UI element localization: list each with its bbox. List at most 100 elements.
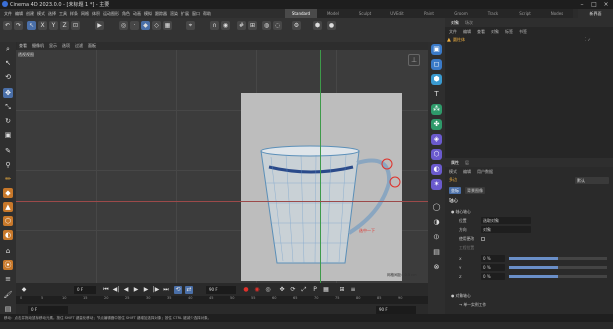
nurbs-icon[interactable]: ⬢ — [431, 74, 442, 85]
polygon-mode-icon[interactable]: ◆ — [141, 21, 150, 30]
record-icon[interactable]: ● — [242, 286, 250, 294]
frame-start-field[interactable]: 0 F — [28, 306, 68, 314]
deformer-icon[interactable]: ◈ — [431, 134, 442, 145]
cube-icon[interactable]: ▣ — [431, 44, 442, 55]
tab-uvedit[interactable]: UVEdit — [381, 9, 413, 18]
frame-end-field[interactable]: 90 F — [206, 286, 236, 294]
visibility-icon[interactable]: ⁚ ✓ — [585, 37, 591, 42]
text-icon[interactable]: T — [431, 89, 442, 100]
redo-icon[interactable]: ↷ — [14, 21, 23, 30]
brush-icon[interactable]: ✎ — [3, 146, 13, 156]
z-slider[interactable] — [509, 275, 607, 278]
live-select-icon[interactable]: ↖ — [27, 21, 36, 30]
tab-script[interactable]: Script — [509, 9, 541, 18]
viewport-menu-panel[interactable]: 面板 — [88, 43, 96, 49]
menu-create[interactable]: 创建 — [26, 11, 34, 17]
attr-menu-edit[interactable]: 编辑 — [463, 169, 471, 175]
key-param-icon[interactable]: P — [311, 286, 319, 294]
viewport-menu-options[interactable]: 选项 — [62, 43, 70, 49]
attr-menu-userdata[interactable]: 用户数据 — [477, 169, 493, 175]
y-slider[interactable] — [509, 266, 607, 269]
scale-tool-icon[interactable]: ⤡ — [3, 102, 13, 112]
direction-select[interactable]: 对象 — [481, 226, 531, 233]
fps-icon[interactable]: ≡ — [349, 286, 357, 294]
edges-mode-icon[interactable]: ◇ — [152, 21, 161, 30]
auto-key-icon[interactable]: ◉ — [253, 286, 261, 294]
go-start-icon[interactable]: ⏮ — [102, 286, 110, 294]
attr-menu-mode[interactable]: 模式 — [449, 169, 457, 175]
x-slider[interactable] — [509, 257, 607, 260]
timeline-settings-icon[interactable]: ⊞ — [338, 286, 346, 294]
tab-sculpt[interactable]: Sculpt — [349, 9, 381, 18]
tag-icon[interactable]: ◑ — [431, 217, 442, 228]
frame-end-range-field[interactable]: 90 F — [376, 306, 416, 314]
field-icon[interactable]: ⊗ — [431, 262, 442, 273]
layer-icon[interactable]: ≡ — [3, 274, 13, 284]
menu-mograph[interactable]: 运动图形 — [103, 11, 119, 17]
transform-icon[interactable]: ▣ — [3, 130, 13, 140]
key-selection-icon[interactable]: ◎ — [264, 286, 272, 294]
viewport[interactable]: 透视视图 选中一下 网格间距：0.5 cm ⊥ — [16, 50, 428, 283]
position-select[interactable]: 选取对象 — [481, 217, 531, 224]
misc-tool-icon[interactable]: ▤ — [3, 304, 13, 314]
array-icon[interactable]: ⁂ — [431, 104, 442, 115]
select-arrow-icon[interactable]: ↖ — [3, 58, 13, 68]
axis-gizmo-icon[interactable]: ⊥ — [408, 54, 420, 66]
render-region-icon[interactable]: ◍ — [262, 21, 271, 30]
new-layout-button[interactable]: 新界面 — [578, 9, 613, 18]
deformer-icon[interactable]: ⦿ — [3, 260, 13, 270]
scene-icon[interactable]: ◯ — [431, 202, 442, 213]
current-frame-field[interactable]: 0 F — [74, 286, 96, 294]
rotate-tool-icon[interactable]: ↻ — [3, 116, 13, 126]
menu-help[interactable]: 帮助 — [203, 11, 211, 17]
light-icon[interactable]: ✶ — [431, 179, 442, 190]
move-tool-icon[interactable]: ✥ — [3, 88, 13, 98]
render-active-icon[interactable]: ◌ — [273, 21, 282, 30]
viewport-menu-camera[interactable]: 摄像机 — [32, 43, 44, 49]
maximize-icon[interactable]: □ — [590, 1, 598, 8]
spline-icon[interactable]: ◻ — [431, 59, 442, 70]
environment-icon[interactable]: ⬡ — [431, 149, 442, 160]
key-rotation-icon[interactable]: ⟳ — [289, 286, 297, 294]
x-field[interactable]: 0 % — [481, 255, 505, 262]
mograph-icon[interactable]: ✤ — [431, 119, 442, 130]
viewport-menu-display[interactable]: 显示 — [49, 43, 57, 49]
menu-volume[interactable]: 体积 — [92, 11, 100, 17]
tab-takes[interactable]: 场次 — [465, 20, 473, 26]
rotate-view-icon[interactable]: ⟲ — [3, 72, 13, 82]
undo-icon[interactable]: ↶ — [3, 21, 12, 30]
menu-file[interactable]: 文件 — [4, 11, 12, 17]
picture-viewer-icon[interactable]: ⬢ — [313, 21, 322, 30]
search-icon[interactable]: ⌕ — [3, 44, 13, 54]
close-icon[interactable]: × — [602, 1, 610, 8]
tab-model[interactable]: Model — [317, 9, 349, 18]
menu-tracker[interactable]: 跟踪器 — [155, 11, 167, 17]
render-view-icon[interactable]: ▶ — [95, 21, 104, 30]
soft-select-icon[interactable]: ◉ — [221, 21, 230, 30]
grid-snap-icon[interactable]: # — [237, 21, 246, 30]
tab-background-image[interactable]: 背景图像 — [465, 187, 485, 194]
timeline-ruler[interactable]: 0 5 10 15 20 25 30 35 40 45 50 55 60 65 … — [16, 296, 428, 304]
tab-objects[interactable]: 对象 — [451, 20, 459, 26]
menu-animate[interactable]: 动画 — [133, 11, 141, 17]
volume-icon[interactable]: ▤ — [431, 247, 442, 258]
y-axis-icon[interactable]: Y — [49, 21, 58, 30]
polygon-pen-icon[interactable]: ✏ — [3, 174, 13, 184]
render-settings-icon[interactable]: ⚙ — [292, 21, 301, 30]
timeline-mode-icon[interactable]: ⇄ — [185, 286, 193, 294]
keyframe-icon[interactable]: ◆ — [20, 286, 28, 294]
minimize-icon[interactable]: – — [578, 1, 586, 8]
snap-icon[interactable]: ⌖ — [186, 21, 195, 30]
prev-key-icon[interactable]: ◀| — [112, 286, 120, 294]
viewport-menu-view[interactable]: 查看 — [19, 43, 27, 49]
workplane-icon[interactable]: ⊞ — [248, 21, 257, 30]
tab-paint[interactable]: Paint — [413, 9, 445, 18]
play-icon[interactable]: ▶ — [132, 286, 140, 294]
points-mode-icon[interactable]: · — [130, 21, 139, 30]
camera-icon[interactable]: ◐ — [431, 164, 442, 175]
bridge-icon[interactable]: ⌂ — [3, 246, 13, 256]
key-scale-icon[interactable]: ⤢ — [300, 286, 308, 294]
paint-brush-icon[interactable]: 🖌 — [3, 290, 13, 300]
z-axis-icon[interactable]: Z — [60, 21, 69, 30]
menu-edit[interactable]: 编辑 — [15, 11, 23, 17]
